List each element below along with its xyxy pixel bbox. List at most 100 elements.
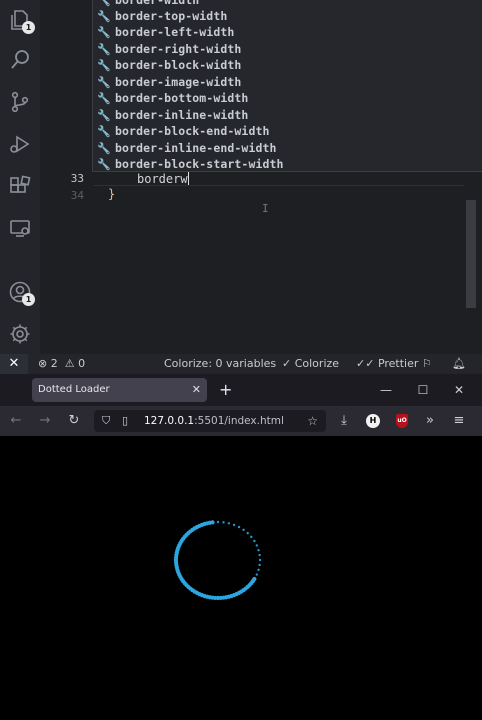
hamburger-menu-icon[interactable]: ≡ (450, 406, 468, 436)
loader-dot (173, 560, 179, 565)
line-number: 34 (70, 189, 84, 202)
url-bar[interactable]: ⛉ ▯ 127.0.0.1:5501/index.html ☆ (94, 410, 326, 432)
dotted-loader-ring (173, 520, 262, 601)
loader-dot (202, 593, 207, 599)
loader-dot (237, 525, 241, 529)
loader-dot (202, 521, 207, 527)
maximize-icon[interactable]: ☐ (413, 374, 433, 406)
loader-dot (234, 591, 239, 597)
wrench-icon: 🔧 (97, 9, 111, 23)
loader-dot (258, 563, 261, 567)
wrench-icon: 🔧 (97, 108, 111, 122)
suggestion-item[interactable]: 🔧 border-bottom-width (93, 90, 482, 106)
source-control-icon[interactable] (8, 90, 32, 114)
remote-indicator-button[interactable]: ✕ (0, 354, 28, 374)
tab-close-icon[interactable]: ✕ (192, 378, 201, 402)
explorer-icon[interactable]: 1 (8, 8, 35, 34)
remote-explorer-icon[interactable] (8, 216, 32, 240)
loader-dot (207, 595, 212, 600)
error-icon: ⊗ (38, 357, 48, 370)
prettier-button[interactable]: ✓✓ Prettier (356, 354, 418, 374)
explorer-badge: 1 (22, 21, 35, 34)
loader-dot (258, 558, 262, 562)
url-text: 127.0.0.1:5501/index.html (144, 415, 284, 427)
loader-dot (227, 522, 231, 525)
wrench-icon: 🔧 (97, 0, 111, 7)
loader-dot (174, 550, 179, 555)
loader-dot (246, 531, 249, 535)
shield-icon[interactable]: ⛉ (102, 410, 110, 432)
loader-dot (247, 582, 252, 588)
suggestion-item[interactable]: 🔧 border-left-width (93, 24, 482, 40)
code-line-typed[interactable]: borderw (137, 171, 189, 186)
loader-dot (242, 528, 245, 532)
suggestion-item[interactable]: 🔧 border-block-start-width (93, 156, 482, 171)
loader-dot (257, 548, 260, 552)
warning-count: 0 (78, 357, 86, 370)
run-debug-icon[interactable] (8, 132, 32, 156)
status-bar: ✕ ⊗ 2 ⚠ 0 Colorize: 0 variables ✓ Colori… (0, 354, 482, 374)
accounts-icon[interactable]: 1 (8, 280, 35, 306)
settings-gear-icon[interactable] (8, 322, 32, 346)
window-close-icon[interactable]: ✕ (449, 374, 469, 406)
loader-dot (197, 523, 202, 529)
extension-h-icon[interactable]: H (366, 414, 380, 428)
wrench-icon: 🔧 (97, 124, 111, 138)
wrench-icon: 🔧 (97, 91, 111, 105)
loader-dot (188, 529, 193, 534)
loader-dot (253, 539, 256, 543)
wrench-icon: 🔧 (97, 141, 111, 155)
code-editor[interactable]: 33 34 borderw } I 🔧 border-width 🔧 border-… (40, 0, 482, 354)
line-number: 33 (70, 172, 84, 185)
colorize-status[interactable]: Colorize: 0 variables (164, 354, 276, 374)
search-icon[interactable] (8, 48, 32, 72)
bookmark-star-icon[interactable]: ☆ (307, 410, 318, 432)
suggestion-item[interactable]: 🔧 border-block-width (93, 57, 482, 73)
downloads-icon[interactable]: ⤓ (335, 406, 353, 436)
loader-dot (197, 591, 202, 597)
minimize-icon[interactable]: — (376, 374, 396, 406)
loader-dot (207, 520, 212, 525)
suggestion-item[interactable]: 🔧 border-right-width (93, 41, 482, 57)
browser-nav-bar: ← → ↻ ⛉ ▯ 127.0.0.1:5501/index.html ☆ ⤓ … (0, 406, 482, 436)
colorize-button[interactable]: ✓ Colorize (282, 354, 339, 374)
loader-dot (192, 526, 197, 531)
suggestion-item[interactable]: 🔧 border-inline-width (93, 107, 482, 123)
suggestion-item[interactable]: 🔧 border-image-width (93, 74, 482, 90)
loader-dot (218, 595, 223, 601)
loader-dot (173, 555, 179, 560)
loader-dot (192, 589, 197, 594)
scrollbar-thumb[interactable] (466, 200, 476, 308)
suggestion-item[interactable]: 🔧 border-width (93, 0, 482, 8)
suggest-widget: 🔧 border-width 🔧 border-top-width 🔧 border-… (92, 0, 482, 172)
new-tab-button[interactable]: + (219, 374, 232, 406)
reload-icon[interactable]: ↻ (65, 406, 83, 436)
browser-tab-strip: Dotted Loader ✕ (0, 374, 482, 406)
suggestion-item[interactable]: 🔧 border-inline-end-width (93, 140, 482, 156)
warning-icon: ⚠ (61, 357, 75, 370)
loader-dot (216, 520, 220, 524)
feedback-icon[interactable]: ⚐ (422, 354, 432, 374)
suggestion-item[interactable]: 🔧 border-block-end-width (93, 123, 482, 139)
tab-dotted-loader[interactable]: Dotted Loader ✕ (32, 378, 207, 402)
back-arrow-icon[interactable]: ← (7, 406, 25, 436)
loader-dot (232, 523, 236, 527)
suggestion-item[interactable]: 🔧 border-top-width (93, 8, 482, 24)
page-info-icon[interactable]: ▯ (122, 410, 128, 432)
code-line-brace: } (108, 187, 116, 201)
notifications-bell-icon[interactable]: 🔔︎ (452, 354, 466, 374)
line-number-gutter: 33 34 (40, 0, 94, 354)
more-tools-chevron-icon[interactable]: » (421, 406, 439, 436)
loader-dot (243, 586, 248, 591)
tab-title: Dotted Loader (38, 384, 110, 395)
forward-arrow-icon[interactable]: → (36, 406, 54, 436)
loader-dot (257, 568, 260, 572)
loader-dot (188, 586, 193, 591)
ublock-origin-icon[interactable]: uO (396, 414, 408, 428)
page-viewport (0, 436, 482, 720)
loader-dot (176, 570, 181, 575)
extensions-icon[interactable] (8, 174, 32, 198)
loader-dot (184, 582, 189, 588)
problems-indicator[interactable]: ⊗ 2 ⚠ 0 (38, 354, 85, 374)
loader-dot (178, 574, 183, 579)
